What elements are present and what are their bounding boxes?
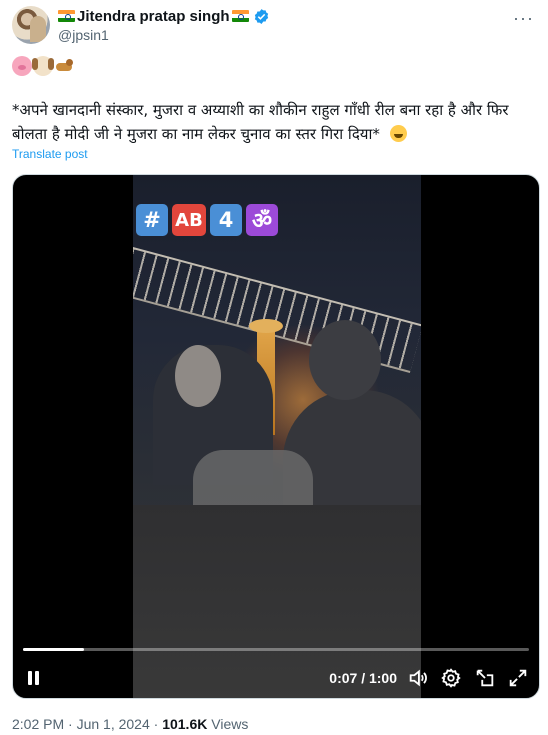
picture-in-picture-icon[interactable] — [474, 667, 496, 689]
verified-badge-icon — [254, 8, 268, 24]
guide-dog-icon — [54, 56, 74, 76]
india-flag-icon — [58, 10, 75, 22]
video-frame: # AB 4 ॐ — [133, 175, 421, 698]
post-text: *अपने खानदानी संस्कार, मुजरा व अय्याशी क… — [12, 98, 532, 146]
emoji-row — [12, 56, 74, 76]
author-name-row: Jitendra pratap singh — [58, 6, 270, 26]
laughing-emoji-icon — [389, 125, 407, 142]
post-body: *अपने खानदानी संस्कार, मुजरा व अय्याशी क… — [12, 101, 509, 143]
pig-face-icon — [12, 56, 32, 76]
author-handle[interactable]: @jpsin1 — [58, 27, 109, 43]
fullscreen-icon[interactable] — [507, 667, 529, 689]
translate-post-link[interactable]: Translate post — [12, 147, 88, 161]
dog-face-icon — [32, 56, 54, 76]
post-header: Jitendra pratap singh @jpsin1 ··· — [12, 6, 536, 46]
four-tag-badge: 4 — [210, 204, 242, 236]
video-player[interactable]: # AB 4 ॐ 0:07 / 1:00 — [12, 174, 540, 699]
hash-tag-badge: # — [136, 204, 168, 236]
om-symbol-badge: ॐ — [246, 204, 278, 236]
settings-gear-icon[interactable] — [440, 667, 462, 689]
more-options-icon[interactable]: ··· — [513, 8, 534, 29]
video-progress-bar[interactable] — [23, 648, 529, 651]
india-flag-icon — [231, 10, 249, 22]
person-head — [175, 345, 221, 407]
video-overlay-tags: # AB 4 ॐ — [136, 204, 278, 236]
video-progress-fill — [23, 648, 84, 651]
avatar[interactable] — [12, 6, 50, 44]
author-display-name[interactable]: Jitendra pratap singh — [77, 8, 230, 25]
volume-icon[interactable] — [407, 667, 429, 689]
pause-icon[interactable] — [25, 669, 41, 687]
video-time: 0:07 / 1:00 — [329, 670, 397, 686]
post-timestamp[interactable]: 2:02 PM · Jun 1, 2024 · — [12, 716, 162, 732]
post-metadata: 2:02 PM · Jun 1, 2024 · 101.6K Views — [12, 716, 248, 732]
views-count: 101.6K — [162, 716, 208, 732]
person-head — [309, 320, 381, 400]
views-label: Views — [207, 716, 249, 732]
video-controls: 0:07 / 1:00 — [13, 661, 539, 695]
ab-tag-badge: AB — [172, 204, 206, 236]
